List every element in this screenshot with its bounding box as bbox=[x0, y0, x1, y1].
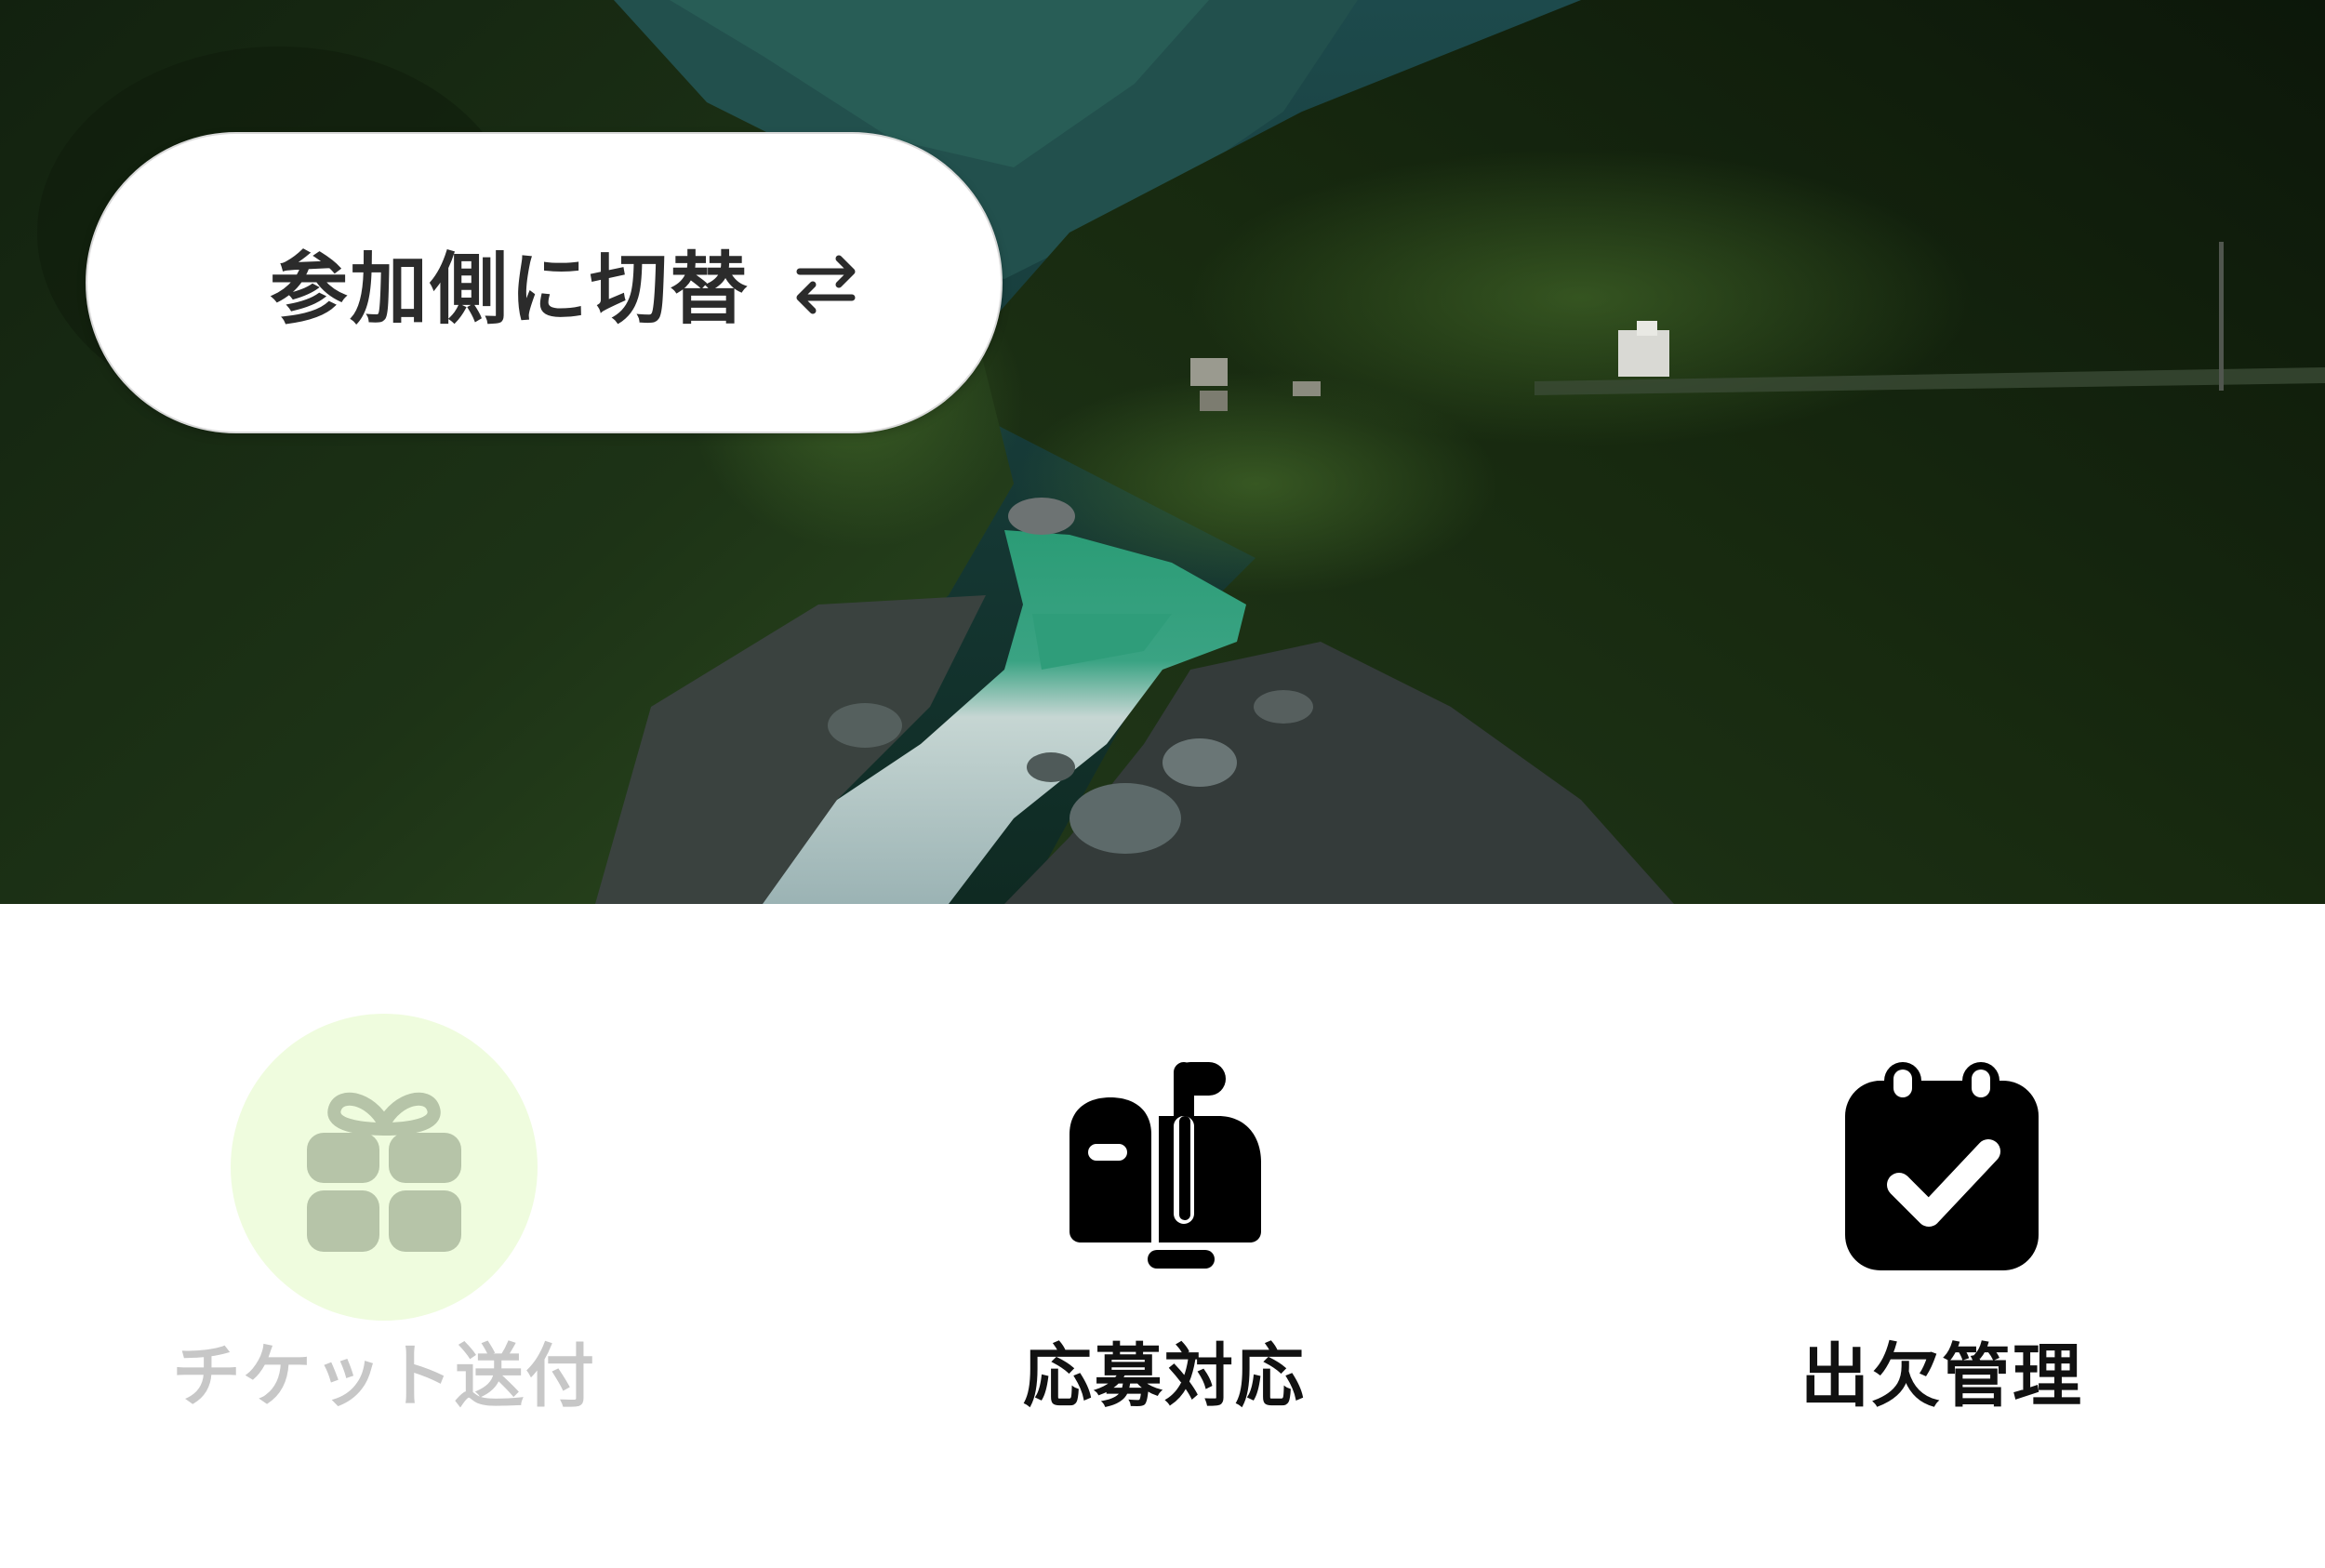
switch-button-label: 参加側に切替 bbox=[269, 243, 750, 335]
attendance-management-action[interactable]: 出欠管理 bbox=[1681, 986, 2202, 1507]
attendance-management-label: 出欠管理 bbox=[1800, 1336, 2083, 1416]
gift-icon bbox=[296, 1079, 472, 1256]
calendar-check-icon bbox=[1840, 1060, 2044, 1274]
ticket-send-label: チケット送付 bbox=[172, 1336, 596, 1416]
ticket-send-icon-circle bbox=[231, 1014, 538, 1321]
action-row: チケット送付 応募対応 出欠管理 bbox=[0, 986, 2325, 1507]
swap-arrows-icon bbox=[781, 238, 870, 327]
application-handling-label: 応募対応 bbox=[1023, 1336, 1306, 1416]
attendance-management-icon-wrap bbox=[1788, 1014, 2095, 1321]
page: 参加側に切替 チケット送付 応募対応 出欠管理 bbox=[0, 0, 2325, 1568]
mailbox-icon bbox=[1062, 1060, 1267, 1274]
ticket-send-action[interactable]: チケット送付 bbox=[124, 986, 644, 1507]
application-handling-action[interactable]: 応募対応 bbox=[904, 986, 1425, 1507]
application-handling-icon-wrap bbox=[1011, 1014, 1318, 1321]
switch-to-participant-button[interactable]: 参加側に切替 bbox=[86, 132, 1003, 433]
